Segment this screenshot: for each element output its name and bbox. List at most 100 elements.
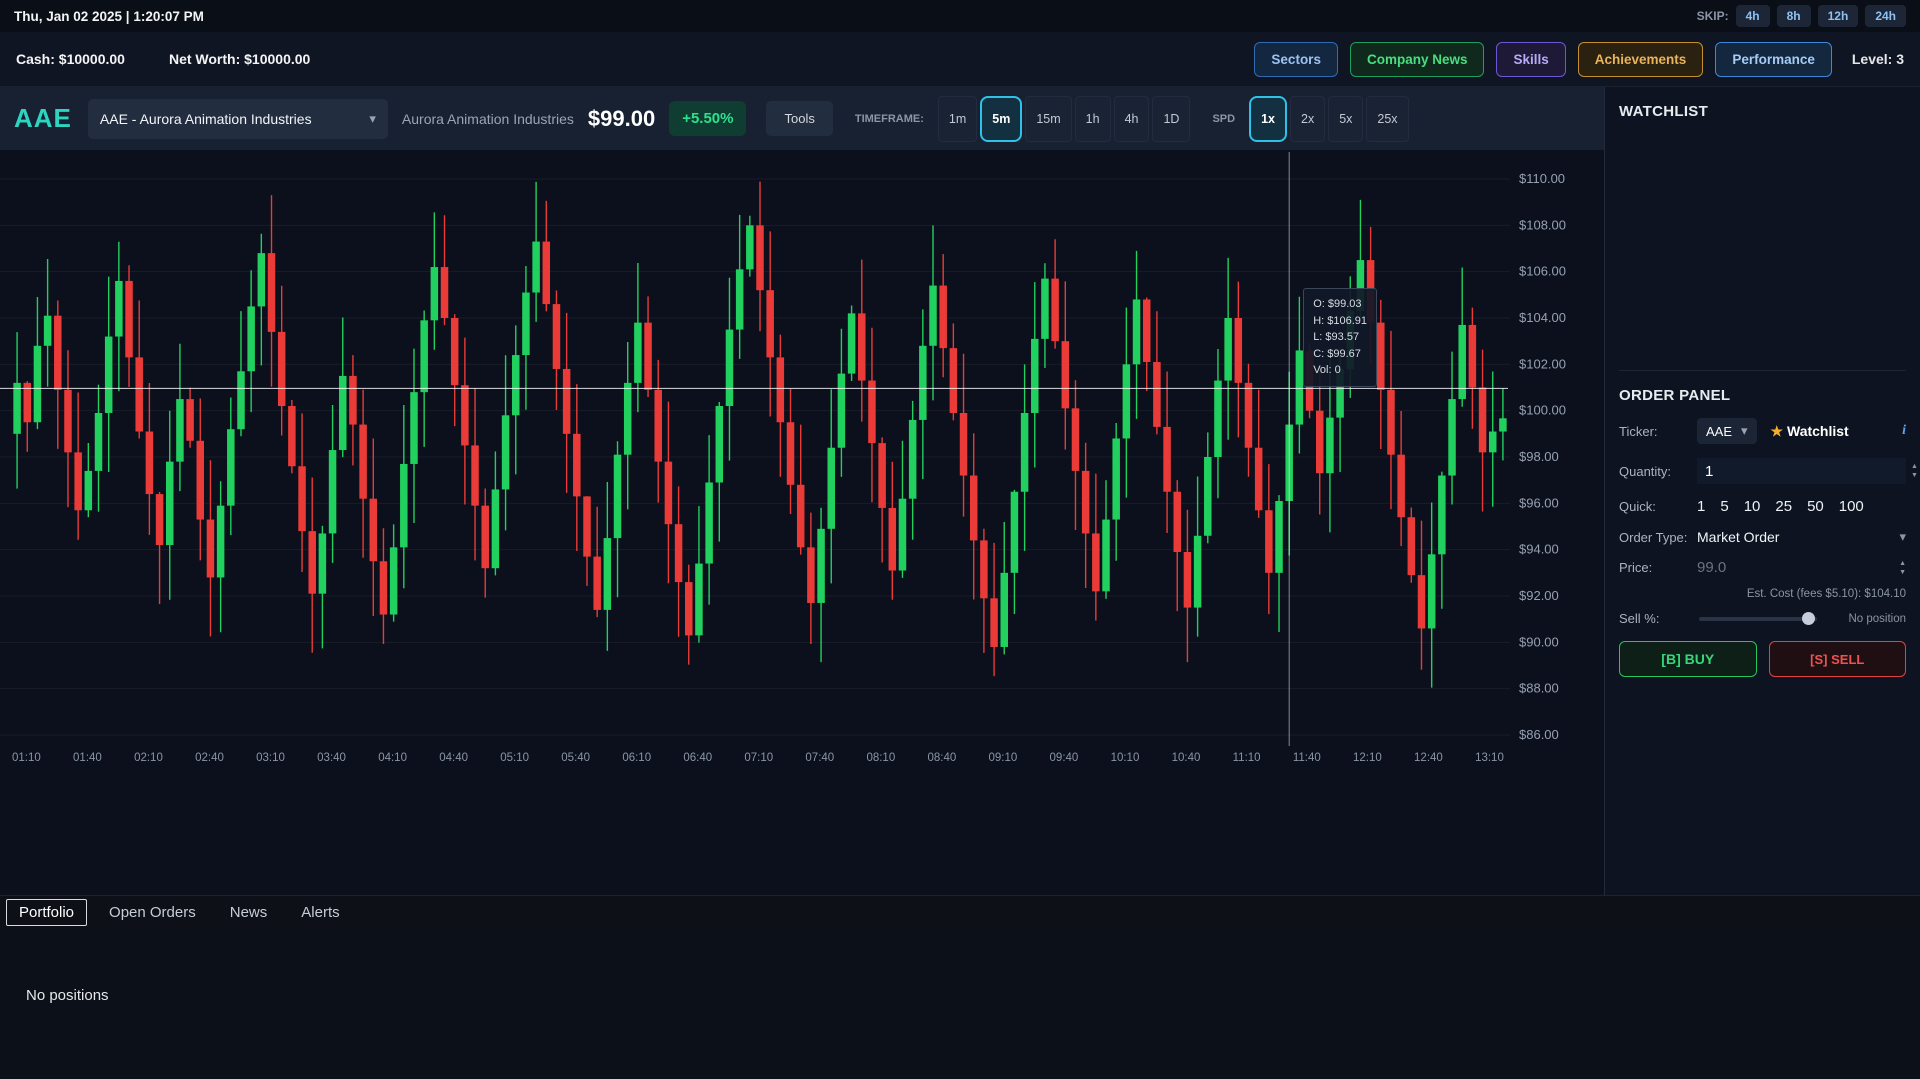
time-axis-label: 02:10 xyxy=(134,752,163,764)
stepper-down-icon[interactable]: ▼ xyxy=(1899,569,1906,576)
stepper-up-icon[interactable]: ▲ xyxy=(1899,560,1906,567)
candle-body xyxy=(1062,341,1070,408)
candle-body xyxy=(186,399,194,441)
performance-button[interactable]: Performance xyxy=(1715,42,1832,77)
tab-portfolio[interactable]: Portfolio xyxy=(6,899,87,926)
candle-body xyxy=(471,445,479,505)
candle-body xyxy=(644,323,652,390)
candle-body xyxy=(431,267,439,320)
candle-body xyxy=(654,390,662,462)
candle-body xyxy=(237,371,245,429)
price-axis-label: $104.00 xyxy=(1519,310,1566,325)
time-axis-label: 12:10 xyxy=(1353,752,1382,764)
price-stepper[interactable]: ▲ ▼ xyxy=(1899,560,1906,576)
add-to-watchlist-button[interactable]: ★ Watchlist xyxy=(1771,423,1849,440)
candlestick-chart[interactable]: $110.00$108.00$106.00$104.00$102.00$100.… xyxy=(0,150,1604,790)
sell-percent-slider[interactable] xyxy=(1699,617,1817,621)
tab-open-orders[interactable]: Open Orders xyxy=(97,900,208,925)
price-axis-label: $106.00 xyxy=(1519,264,1566,279)
time-axis-label: 01:40 xyxy=(73,752,102,764)
order-type-select[interactable]: Market Order xyxy=(1697,529,1779,545)
candle-body xyxy=(461,385,469,445)
candle-body xyxy=(777,357,785,422)
time-axis-label: 11:10 xyxy=(1233,752,1261,764)
timeframe-5m-button[interactable]: 5m xyxy=(980,96,1022,142)
candle-body xyxy=(349,376,357,425)
tab-alerts[interactable]: Alerts xyxy=(289,900,351,925)
price-input[interactable]: 99.0 xyxy=(1697,559,1726,576)
timeframe-1h-button[interactable]: 1h xyxy=(1075,96,1111,142)
ticker-label: Ticker: xyxy=(1619,424,1697,439)
skip-8h-button[interactable]: 8h xyxy=(1777,5,1811,27)
trade-buttons: [B] BUY [S] SELL xyxy=(1619,641,1906,677)
stats-bar: Cash: $10000.00 Net Worth: $10000.00 Sec… xyxy=(0,32,1920,87)
candle-body xyxy=(441,267,449,318)
watchlist-empty-area xyxy=(1619,120,1906,370)
candle-body xyxy=(614,455,622,538)
quick-10-button[interactable]: 10 xyxy=(1744,498,1761,515)
candle-body xyxy=(1072,408,1080,471)
price-axis-label: $110.00 xyxy=(1519,171,1565,186)
candle-body xyxy=(481,506,489,569)
sell-button[interactable]: [S] SELL xyxy=(1769,641,1907,677)
skip-12h-button[interactable]: 12h xyxy=(1818,5,1859,27)
candle-body xyxy=(960,413,968,476)
candle-body xyxy=(1174,492,1182,552)
time-axis-label: 07:40 xyxy=(805,752,834,764)
candle-body xyxy=(1438,476,1446,555)
stepper-down-icon[interactable]: ▼ xyxy=(1911,472,1918,479)
quick-100-button[interactable]: 100 xyxy=(1839,498,1864,515)
ticker-selector-dropdown[interactable]: AAE - Aurora Animation Industries ▾ xyxy=(88,99,388,139)
speed-1x-button[interactable]: 1x xyxy=(1249,96,1287,142)
tools-button[interactable]: Tools xyxy=(766,101,832,136)
quick-5-button[interactable]: 5 xyxy=(1720,498,1728,515)
quick-label: Quick: xyxy=(1619,499,1697,514)
candle-body xyxy=(1275,501,1283,573)
skip-4h-button[interactable]: 4h xyxy=(1736,5,1770,27)
company-news-button[interactable]: Company News xyxy=(1350,42,1485,77)
skills-button[interactable]: Skills xyxy=(1496,42,1565,77)
timeframe-1m-button[interactable]: 1m xyxy=(938,96,977,142)
candle-body xyxy=(766,290,774,357)
quick-50-button[interactable]: 50 xyxy=(1807,498,1824,515)
bottom-panel: No positions xyxy=(0,929,1920,1079)
info-icon[interactable]: i xyxy=(1902,423,1906,439)
quantity-stepper[interactable]: ▲ ▼ xyxy=(1911,463,1918,479)
ticker-dropdown[interactable]: AAE ▾ xyxy=(1697,418,1757,444)
candle-body xyxy=(797,485,805,548)
speed-5x-button[interactable]: 5x xyxy=(1328,96,1363,142)
timeframe-4h-button[interactable]: 4h xyxy=(1114,96,1150,142)
speed-25x-button[interactable]: 25x xyxy=(1366,96,1408,142)
time-axis: 01:1001:4002:1002:4003:1003:4004:1004:40… xyxy=(12,752,1504,764)
candle-body xyxy=(634,323,642,383)
tab-news[interactable]: News xyxy=(218,900,280,925)
sectors-button[interactable]: Sectors xyxy=(1254,42,1338,77)
time-axis-label: 04:10 xyxy=(378,752,407,764)
tooltip-open: O: $99.03 xyxy=(1313,296,1367,313)
speed-2x-button[interactable]: 2x xyxy=(1290,96,1325,142)
timeframe-1d-button[interactable]: 1D xyxy=(1152,96,1190,142)
chevron-down-icon[interactable]: ▾ xyxy=(1899,529,1906,545)
stepper-up-icon[interactable]: ▲ xyxy=(1911,463,1918,470)
quick-25-button[interactable]: 25 xyxy=(1775,498,1792,515)
skip-24h-button[interactable]: 24h xyxy=(1865,5,1906,27)
candle-body xyxy=(1428,554,1436,628)
candle-body xyxy=(1194,536,1202,608)
quick-1-button[interactable]: 1 xyxy=(1697,498,1705,515)
candle-body xyxy=(1123,364,1131,438)
achievements-button[interactable]: Achievements xyxy=(1578,42,1704,77)
buy-button[interactable]: [B] BUY xyxy=(1619,641,1757,677)
quantity-input[interactable] xyxy=(1697,458,1906,484)
chart-column: AAE AAE - Aurora Animation Industries ▾ … xyxy=(0,87,1604,895)
candle-body xyxy=(563,369,571,434)
watchlist-button-label: Watchlist xyxy=(1787,423,1849,439)
slider-handle[interactable] xyxy=(1802,612,1815,625)
time-axis-label: 05:10 xyxy=(500,752,529,764)
candle-body xyxy=(492,489,500,568)
candle-body xyxy=(1051,279,1059,342)
candle-body xyxy=(1082,471,1090,534)
speed-label: SPD xyxy=(1212,113,1235,125)
timeframe-15m-button[interactable]: 15m xyxy=(1025,96,1071,142)
candle-body xyxy=(1418,575,1426,628)
candle-body xyxy=(308,531,316,594)
